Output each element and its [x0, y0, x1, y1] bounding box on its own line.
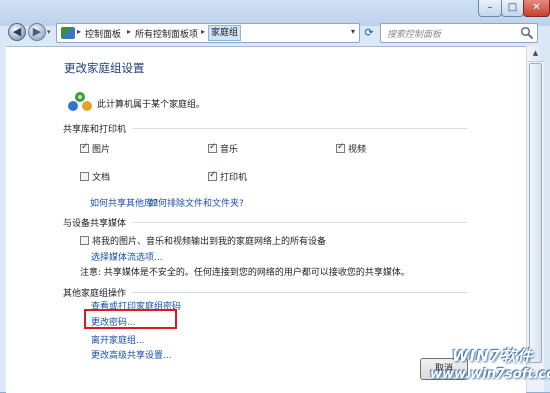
refresh-icon[interactable]: ⟳ — [361, 24, 377, 42]
advanced-sharing-link[interactable]: 更改高级共享设置... — [91, 348, 172, 361]
page-title: 更改家庭组设置 — [64, 61, 145, 75]
scroll-up-arrow[interactable]: ▲ — [527, 46, 544, 62]
watermark: WIN7软件 www.win7soft.com — [420, 345, 550, 391]
documents-label[interactable]: 文档 — [92, 170, 110, 183]
documents-checkbox[interactable] — [80, 172, 89, 181]
media-security-note: 注意: 共享媒体是不安全的。任何连接到您的网络的用户都可以接收您的共享媒体。 — [80, 268, 410, 278]
media-stream-checkbox[interactable] — [80, 236, 89, 245]
share-section-heading: 共享库和打印机 — [63, 125, 127, 135]
homegroup-window: – □ ✕ ◀ ▶ ▾ ▸ 控制面板 ▸ 所有控制面板项 ▸ 家庭组 ▾ ⟳ 搜… — [0, 0, 550, 393]
breadcrumb-all-items[interactable]: 所有控制面板项 — [135, 27, 198, 40]
forward-button[interactable]: ▶ — [28, 23, 46, 41]
back-icon: ◀ — [12, 25, 22, 38]
search-placeholder: 搜索控制面板 — [387, 30, 442, 40]
breadcrumb-control-panel[interactable]: 控制面板 — [85, 27, 121, 40]
forward-icon: ▶ — [32, 25, 42, 38]
printers-checkbox[interactable] — [208, 170, 217, 181]
close-button[interactable]: ✕ — [523, 0, 550, 17]
pictures-checkbox[interactable] — [80, 142, 89, 153]
section-divider — [132, 292, 467, 293]
address-bar[interactable]: ▸ 控制面板 ▸ 所有控制面板项 ▸ 家庭组 — [56, 23, 360, 43]
share-other-libraries-link[interactable]: 如何共享其他库? — [90, 196, 158, 209]
other-actions-heading: 其他家庭组操作 — [63, 289, 127, 299]
homegroup-status: 此计算机属于某个家庭组。 — [97, 100, 206, 110]
search-icon[interactable] — [520, 26, 534, 40]
search-input[interactable]: 搜索控制面板 — [380, 23, 538, 43]
back-button[interactable]: ◀ — [8, 23, 26, 41]
chevron-right-icon[interactable]: ▸ — [127, 27, 131, 36]
vertical-scrollbar[interactable]: ▲ — [526, 46, 544, 392]
homegroup-icon — [68, 92, 92, 111]
section-divider — [132, 128, 467, 129]
videos-checkbox[interactable] — [336, 142, 345, 153]
music-label[interactable]: 音乐 — [220, 142, 238, 155]
maximize-button[interactable]: □ — [501, 0, 524, 17]
watermark-url: www.win7soft.com — [430, 367, 550, 382]
address-dropdown[interactable]: ▾ — [347, 24, 359, 40]
leave-homegroup-link[interactable]: 离开家庭组... — [91, 333, 145, 346]
media-stream-label[interactable]: 将我的图片、音乐和视频输出到我的家庭网络上的所有设备 — [92, 234, 326, 247]
media-stream-options-link[interactable]: 选择媒体流选项... — [91, 250, 163, 263]
control-panel-icon — [61, 27, 75, 39]
media-section-heading: 与设备共享媒体 — [63, 219, 127, 229]
scroll-thumb[interactable] — [529, 63, 542, 363]
watermark-title: WIN7软件 — [452, 347, 534, 365]
chevron-right-icon[interactable]: ▸ — [77, 27, 81, 36]
printers-label[interactable]: 打印机 — [220, 170, 247, 183]
navigation-bar: ◀ ▶ ▾ ▸ 控制面板 ▸ 所有控制面板项 ▸ 家庭组 ▾ ⟳ 搜索控制面板 — [0, 17, 550, 45]
breadcrumb-homegroup[interactable]: 家庭组 — [208, 25, 242, 41]
exclude-files-link[interactable]: 如何排除文件和文件夹? — [149, 196, 244, 209]
section-divider — [132, 222, 467, 223]
music-checkbox[interactable] — [208, 142, 217, 153]
highlight-box — [84, 309, 177, 329]
videos-label[interactable]: 视频 — [348, 142, 366, 155]
pictures-label[interactable]: 图片 — [92, 142, 110, 155]
chevron-right-icon[interactable]: ▸ — [201, 27, 205, 36]
recent-pages-dropdown[interactable]: ▾ — [47, 28, 51, 36]
minimize-button[interactable]: – — [478, 0, 502, 17]
